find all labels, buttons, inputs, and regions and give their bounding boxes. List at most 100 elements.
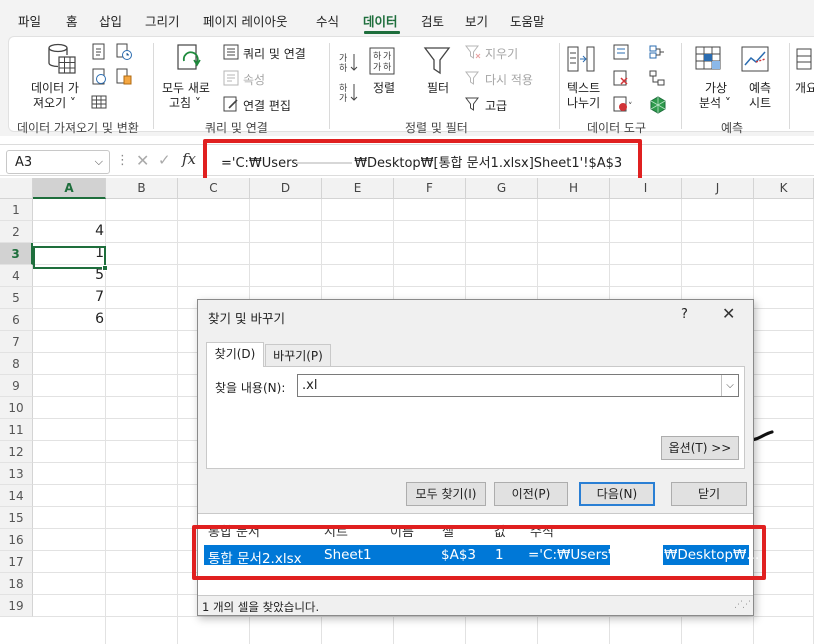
row-header-19[interactable]: 19 xyxy=(0,595,33,617)
tab-replace[interactable]: 바꾸기(P) xyxy=(265,344,331,366)
row-header-1[interactable]: 1 xyxy=(0,199,33,221)
tab-insert[interactable]: 삽입 xyxy=(99,11,122,30)
tab-help[interactable]: 도움말 xyxy=(510,11,545,30)
row-header-4[interactable]: 4 xyxy=(0,265,33,287)
cell-a4[interactable]: 5 xyxy=(34,267,104,283)
active-tab-indicator xyxy=(364,31,400,34)
svg-text:가: 가 xyxy=(339,93,347,103)
from-text-icon[interactable] xyxy=(91,43,107,61)
select-all-corner[interactable] xyxy=(0,178,33,199)
data-model-icon[interactable] xyxy=(649,96,667,114)
reapply-icon xyxy=(465,71,479,85)
refresh-all-label-2: 고침 ˅ xyxy=(169,96,201,110)
group-label-queries: 쿼리 및 연결 xyxy=(205,121,268,135)
data-validation-icon[interactable]: ˅ xyxy=(613,96,635,112)
row-header-7[interactable]: 7 xyxy=(0,331,33,353)
row-header-14[interactable]: 14 xyxy=(0,485,33,507)
fill-handle[interactable] xyxy=(102,265,108,271)
tab-view[interactable]: 보기 xyxy=(465,11,488,30)
flash-fill-icon[interactable] xyxy=(613,44,629,60)
properties-icon xyxy=(223,70,239,86)
row-header-15[interactable]: 15 xyxy=(0,507,33,529)
column-header-j[interactable]: J xyxy=(682,178,754,199)
chevron-down-icon[interactable]: ⌵ xyxy=(95,155,103,169)
close-icon[interactable]: ✕ xyxy=(722,304,735,323)
row-header-5[interactable]: 5 xyxy=(0,287,33,309)
active-cell-border xyxy=(33,246,106,269)
recent-sources-icon[interactable] xyxy=(116,43,132,61)
column-header-g[interactable]: G xyxy=(466,178,538,199)
row-header-18[interactable]: 18 xyxy=(0,573,33,595)
row-header-12[interactable]: 12 xyxy=(0,441,33,463)
highlight-box-result xyxy=(192,525,766,580)
row-header-13[interactable]: 13 xyxy=(0,463,33,485)
chevron-down-icon[interactable]: ⌵ xyxy=(721,375,738,396)
tab-draw[interactable]: 그리기 xyxy=(145,11,180,30)
cell-a2[interactable]: 4 xyxy=(34,223,104,239)
tab-review[interactable]: 검토 xyxy=(421,11,444,30)
row-header-10[interactable]: 10 xyxy=(0,397,33,419)
enter-check-icon[interactable]: ✓ xyxy=(158,151,171,169)
relationships-icon[interactable] xyxy=(649,70,665,86)
row-header-17[interactable]: 17 xyxy=(0,551,33,573)
resize-grip-icon[interactable]: ⋰⋰ xyxy=(734,600,751,610)
find-previous-button[interactable]: 이전(P) xyxy=(494,482,568,506)
tab-page-layout[interactable]: 페이지 레이아웃 xyxy=(203,11,287,30)
column-header-c[interactable]: C xyxy=(178,178,250,199)
column-header-d[interactable]: D xyxy=(250,178,322,199)
ribbon: 데이터 가 져오기 ˅ 데이터 가져오기 및 변환 모두 새로 고침 ˅ 쿼리 … xyxy=(0,36,814,136)
column-header-i[interactable]: I xyxy=(610,178,682,199)
ribbon-panel: 데이터 가 져오기 ˅ 데이터 가져오기 및 변환 모두 새로 고침 ˅ 쿼리 … xyxy=(8,36,814,135)
group-label-sort-filter: 정렬 및 필터 xyxy=(405,121,468,135)
name-box-value: A3 xyxy=(15,155,33,170)
existing-connections-icon[interactable] xyxy=(116,68,132,86)
svg-text:하: 하 xyxy=(373,51,382,62)
column-header-a[interactable]: A xyxy=(33,178,106,199)
row-header-6[interactable]: 6 xyxy=(0,309,33,331)
cell-a5[interactable]: 7 xyxy=(34,289,104,305)
column-header-e[interactable]: E xyxy=(322,178,394,199)
from-web-icon[interactable] xyxy=(91,68,107,86)
row-header-11[interactable]: 11 xyxy=(0,419,33,441)
from-table-icon[interactable] xyxy=(91,93,107,111)
dialog-status-bar: 1 개의 셀을 찾았습니다. ⋰⋰ xyxy=(198,595,753,615)
sort-ascending-icon[interactable]: 가하 xyxy=(339,51,359,73)
tab-file[interactable]: 파일 xyxy=(18,11,41,30)
cancel-icon[interactable]: ✕ xyxy=(136,151,149,170)
menu-bar: 파일 홈 삽입 그리기 페이지 레이아웃 수식 데이터 검토 보기 도움말 xyxy=(0,0,814,36)
tab-find[interactable]: 찾기(D) xyxy=(206,342,264,367)
tab-formulas[interactable]: 수식 xyxy=(316,11,339,30)
row-header-3[interactable]: 3 xyxy=(0,243,33,265)
sort-descending-icon[interactable]: 하가 xyxy=(339,81,359,103)
help-icon[interactable]: ? xyxy=(681,307,688,322)
insert-function-icon[interactable]: fx xyxy=(182,150,196,168)
remove-duplicates-icon[interactable] xyxy=(613,70,629,86)
options-button[interactable]: 옵션(T) >> xyxy=(661,436,739,460)
dialog-title: 찾기 및 바꾸기 xyxy=(208,311,285,326)
what-if-label-2: 분석 ˅ xyxy=(699,96,731,110)
column-header-f[interactable]: F xyxy=(394,178,466,199)
column-header-h[interactable]: H xyxy=(538,178,610,199)
tab-home[interactable]: 홈 xyxy=(66,11,78,30)
group-label-forecast: 예측 xyxy=(721,121,744,135)
row-header-2[interactable]: 2 xyxy=(0,221,33,243)
more-options-icon[interactable]: ⋮ xyxy=(116,153,129,168)
column-header-b[interactable]: B xyxy=(106,178,178,199)
find-next-button[interactable]: 다음(N) xyxy=(579,482,655,506)
row-header-9[interactable]: 9 xyxy=(0,375,33,397)
name-box[interactable]: A3 ⌵ xyxy=(6,150,110,174)
reapply-label: 다시 적용 xyxy=(485,73,533,87)
database-table-icon xyxy=(48,43,76,74)
cell-a6[interactable]: 6 xyxy=(34,311,104,327)
close-button[interactable]: 닫기 xyxy=(671,482,747,506)
row-header-16[interactable]: 16 xyxy=(0,529,33,551)
tab-data[interactable]: 데이터 xyxy=(363,11,398,30)
find-all-button[interactable]: 모두 찾기(I) xyxy=(406,482,486,506)
clear-filter-icon xyxy=(465,45,481,59)
find-what-input[interactable]: .xl ⌵ xyxy=(297,374,739,397)
consolidate-icon[interactable] xyxy=(649,44,665,60)
get-data-label-2: 져오기 ˅ xyxy=(33,96,76,110)
edit-links-icon xyxy=(223,96,238,112)
column-header-k[interactable]: K xyxy=(754,178,814,199)
row-header-8[interactable]: 8 xyxy=(0,353,33,375)
